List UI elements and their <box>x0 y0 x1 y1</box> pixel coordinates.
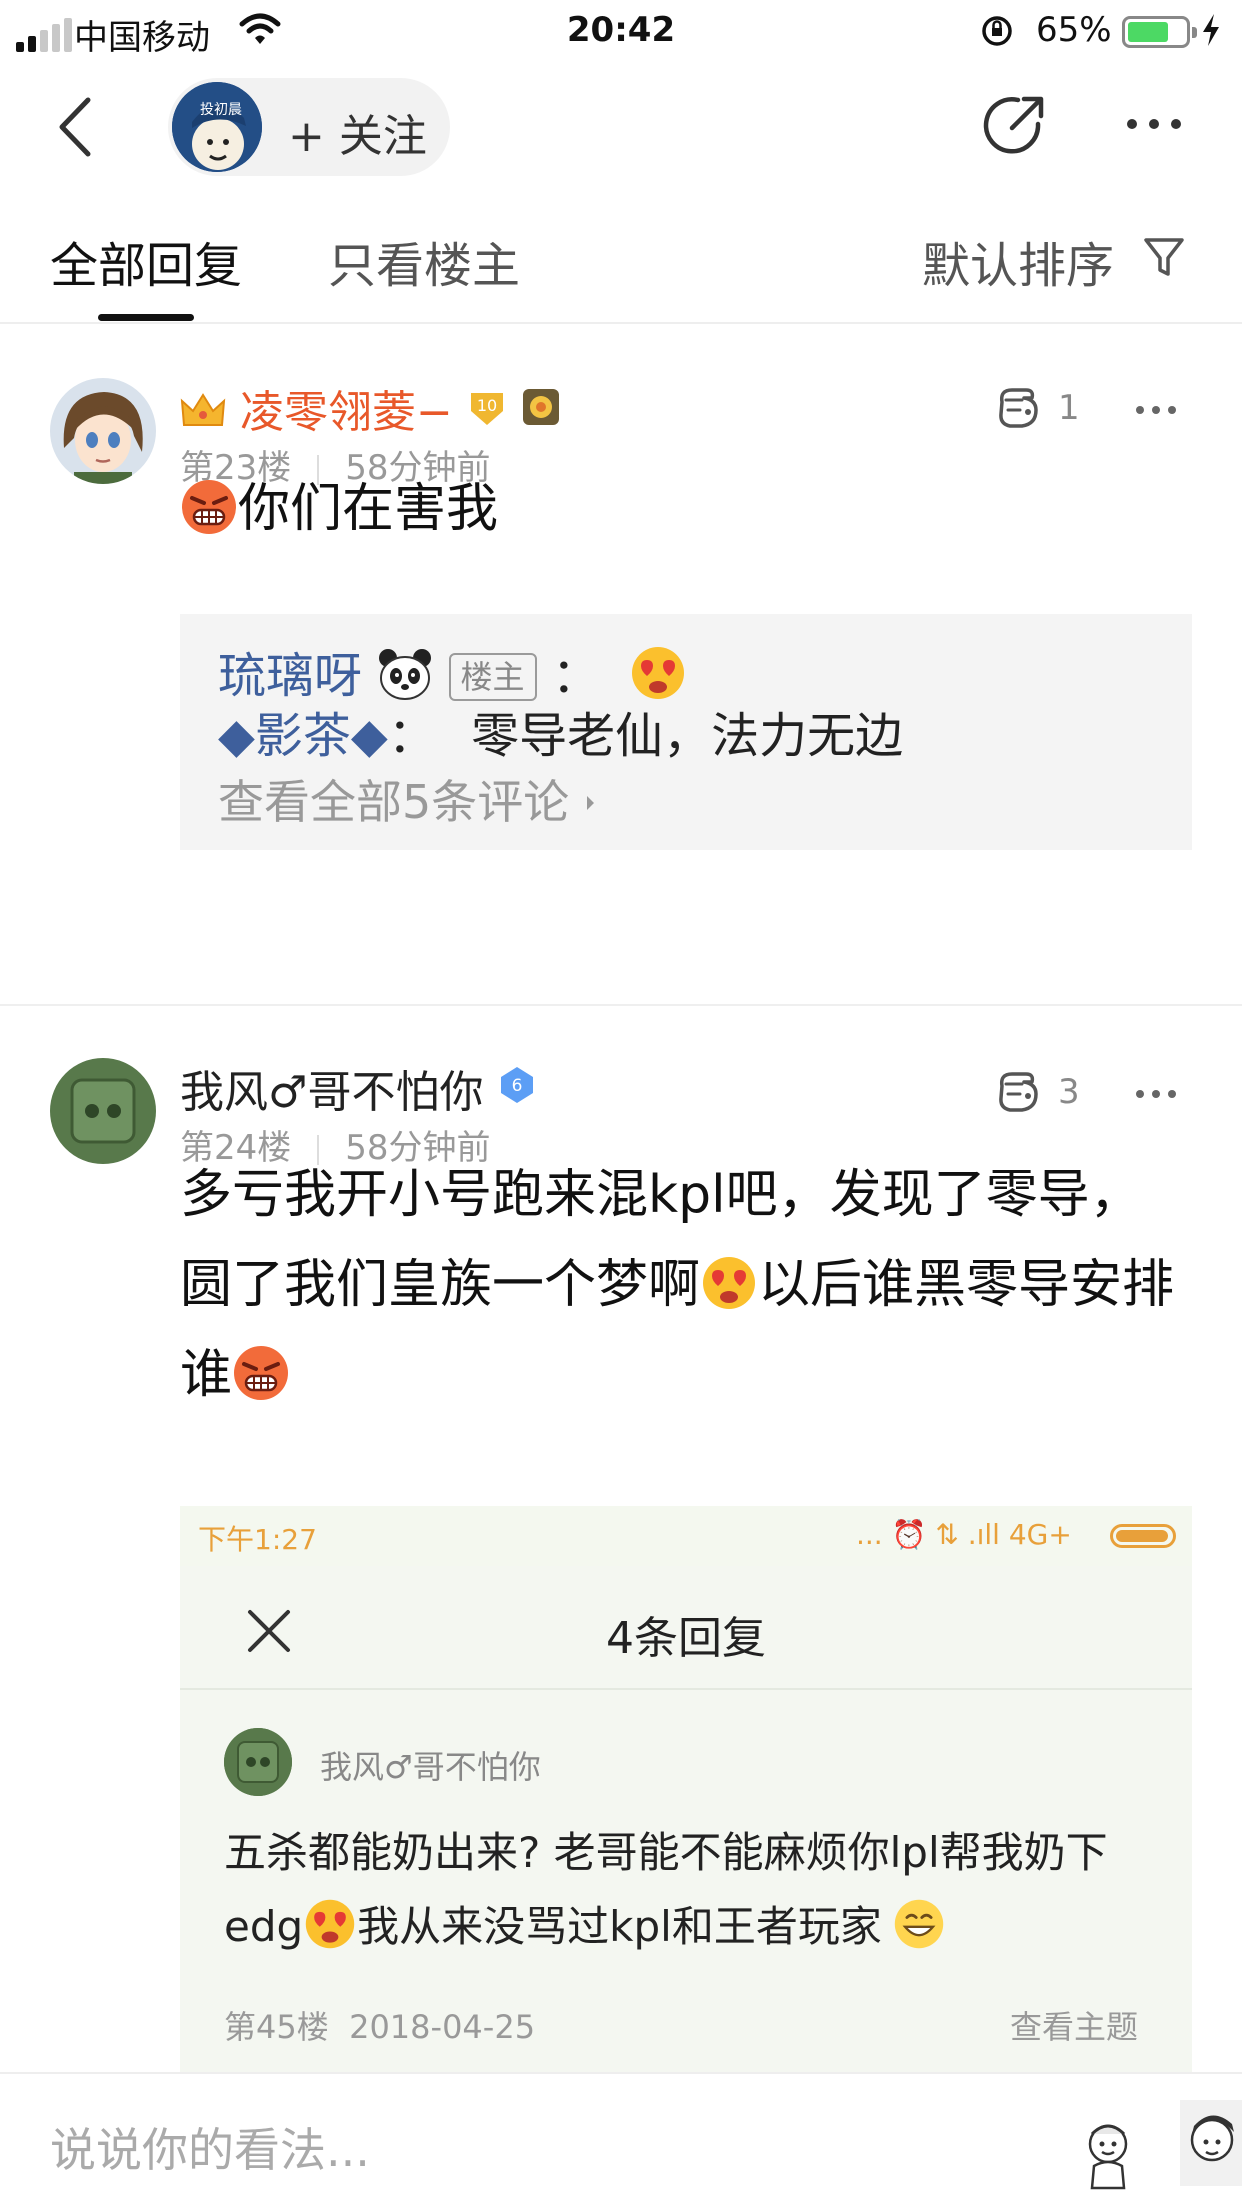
view-all-replies-link[interactable]: 查看全部5条评论 <box>218 766 598 832</box>
screenshot-view-topic: 查看主题 <box>1010 2008 1139 2046</box>
screenshot-reply-text: 五杀都能奶出来? 老哥能不能麻烦你lpl帮我奶下edg 我从来没骂过kpl和王者… <box>224 1828 1108 1951</box>
comment-more-icon[interactable] <box>1134 404 1178 416</box>
screenshot-status-bar: 下午1:27 ... ⏰ ⇅ .ıll 4G+ <box>180 1506 1192 1566</box>
member-badge-icon <box>522 389 559 425</box>
level-badge-icon: 10 <box>470 393 503 425</box>
reply-preview[interactable]: 琉璃呀 楼主 ： ◆影茶◆： 零导老仙，法力无边 查看全部5条评论 <box>180 614 1192 850</box>
like-icon <box>999 1072 1038 1112</box>
screenshot-reply-username: 我风♂哥不怕你 <box>320 1748 541 1786</box>
screenshot-battery-icon <box>1110 1524 1176 1548</box>
username-text[interactable]: 我风♂哥不怕你 <box>180 1067 483 1118</box>
like-button[interactable]: 3 <box>996 1068 1106 1122</box>
chevron-right-icon <box>586 796 594 810</box>
sticker-icon[interactable] <box>1078 2118 1138 2194</box>
comment-text: 多亏我开小号跑来混kpl吧，发现了零导，圆了我们皇族一个梦啊 以后谁黑零导安排谁 <box>180 1165 1175 1405</box>
sort-dropdown[interactable]: 默认排序 <box>922 226 1114 296</box>
attached-screenshot[interactable]: 下午1:27 ... ⏰ ⇅ .ıll 4G+ 4条回复 我风♂哥不怕你 五杀都… <box>180 1506 1192 2072</box>
comment-more-icon[interactable] <box>1134 1088 1178 1100</box>
heart-eyes-emoji-icon <box>632 647 685 699</box>
comment-item: 凌零翎菱− 10 第23楼 58分钟前 1 你们在害我 琉璃呀 楼主 ： ◆影茶… <box>0 324 1242 1004</box>
screenshot-reply-footer: 第45楼 2018-04-25 <box>224 2008 536 2046</box>
comment-input-bar: 说说你的看法... <box>0 2072 1242 2208</box>
comment-input[interactable]: 说说你的看法... <box>50 2114 370 2180</box>
grinning-emoji-icon <box>894 1899 944 1949</box>
avatar[interactable] <box>50 378 156 484</box>
panda-emoji-icon <box>379 649 432 700</box>
level-badge-icon: 6 <box>501 1067 534 1103</box>
heart-eyes-emoji-icon <box>703 1257 756 1309</box>
status-bar: 中国移动 20:42 65% <box>0 0 1242 62</box>
like-count: 3 <box>1058 1072 1080 1112</box>
heart-eyes-emoji-icon <box>305 1899 355 1949</box>
user-avatar-icon[interactable] <box>1180 2100 1242 2186</box>
screenshot-time: 下午1:27 <box>198 1523 317 1556</box>
username-text[interactable]: 凌零翎菱− <box>240 387 453 438</box>
angry-emoji-icon <box>234 1346 289 1400</box>
avatar[interactable] <box>50 1058 156 1164</box>
avatar <box>224 1728 292 1796</box>
like-button[interactable]: 1 <box>996 384 1106 438</box>
svg-text:投初晨: 投初晨 <box>200 101 242 118</box>
rotation-lock-icon <box>982 16 1012 46</box>
username[interactable]: 凌零翎菱− 10 <box>180 376 561 440</box>
tab-owner-only[interactable]: 只看楼主 <box>328 226 520 296</box>
active-tab-indicator <box>98 314 194 321</box>
screenshot-status-icons: ... ⏰ ⇅ .ıll 4G+ <box>856 1518 1072 1551</box>
like-icon <box>999 388 1038 428</box>
author-avatar[interactable]: 投初晨 <box>172 82 262 172</box>
screenshot-title: 4条回复 <box>606 1613 766 1664</box>
like-count: 1 <box>1058 388 1080 428</box>
back-icon[interactable] <box>50 92 110 162</box>
owner-tag: 楼主 <box>448 653 537 701</box>
angry-emoji-icon <box>182 480 236 534</box>
username[interactable]: 我风♂哥不怕你 6 <box>180 1056 537 1120</box>
follow-label: + 关注 <box>288 111 427 162</box>
charging-icon <box>1203 14 1219 46</box>
battery-icon <box>1122 16 1197 48</box>
nav-bar: 投初晨 + 关注 <box>0 62 1242 190</box>
reply-line: ◆影茶◆： 零导老仙，法力无边 <box>218 708 904 764</box>
svg-text:6: 6 <box>512 1076 523 1096</box>
more-icon[interactable] <box>1124 114 1184 134</box>
crown-icon <box>180 393 226 426</box>
comment-text: 你们在害我 <box>180 464 1190 554</box>
battery-percent: 65% <box>1036 10 1112 50</box>
reply-tabs: 全部回复 只看楼主 默认排序 <box>0 190 1242 324</box>
follow-button[interactable]: 投初晨 + 关注 <box>168 78 450 176</box>
filter-icon[interactable] <box>1142 234 1186 280</box>
reply-username[interactable]: ◆影茶◆ <box>218 708 388 764</box>
share-icon[interactable] <box>982 92 1048 158</box>
screenshot-header: 4条回复 <box>180 1566 1192 1690</box>
svg-text:10: 10 <box>477 396 497 415</box>
tab-all-replies[interactable]: 全部回复 <box>50 226 242 296</box>
